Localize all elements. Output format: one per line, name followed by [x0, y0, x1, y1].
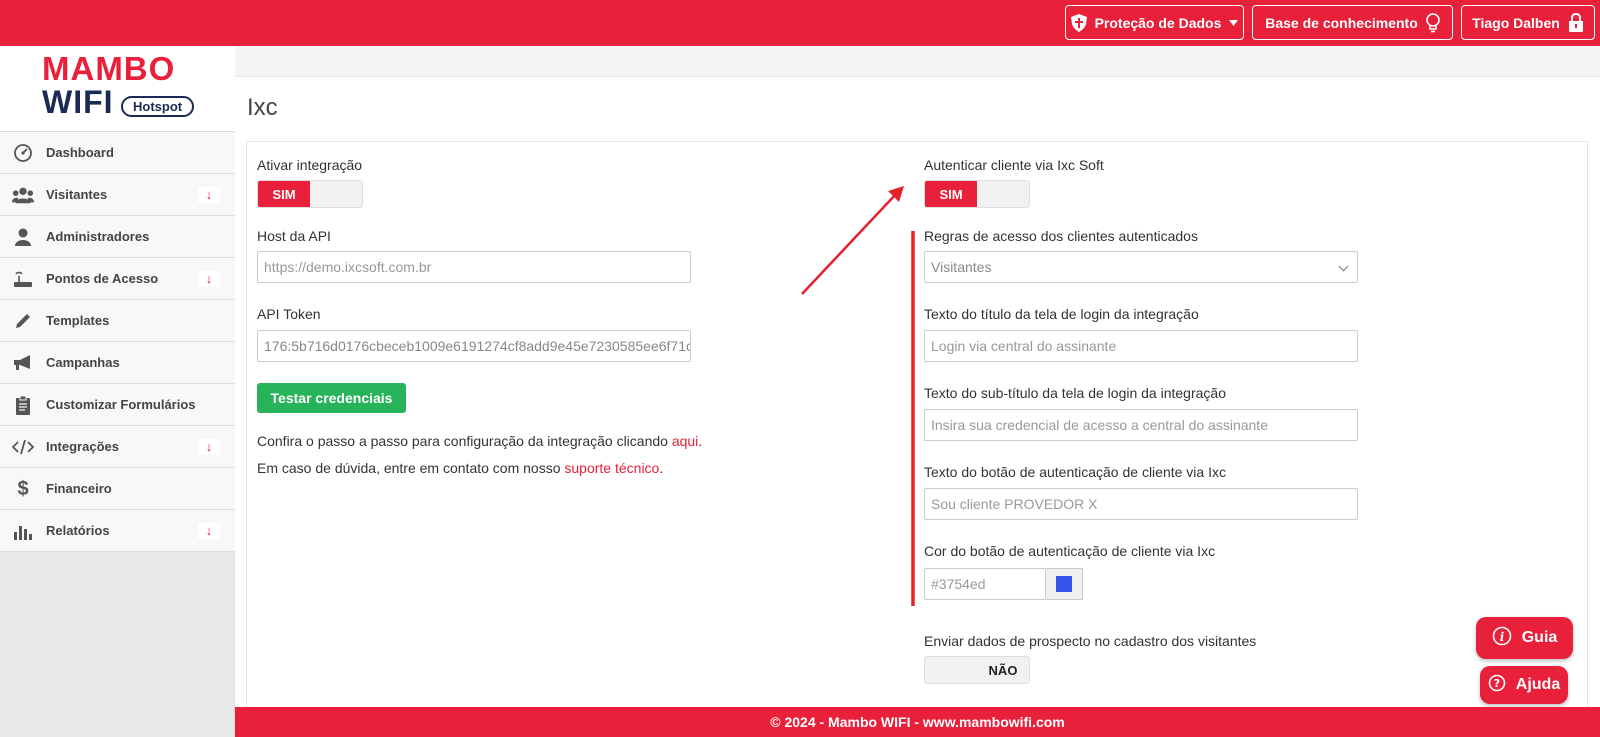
footer-text: © 2024 - Mambo WIFI - www.mambowifi.com	[770, 714, 1065, 730]
annotation-arrow	[801, 192, 898, 295]
help-button[interactable]: ? Ajuda	[1480, 666, 1568, 704]
annotation-overlay	[801, 186, 915, 606]
help-button-label: Ajuda	[1515, 676, 1561, 693]
guide-button-label: Guia	[1521, 629, 1558, 646]
guide-button[interactable]: i Guia	[1476, 617, 1573, 659]
svg-text:?: ?	[1494, 677, 1500, 690]
info-icon: i	[1492, 626, 1512, 651]
svg-text:i: i	[1499, 630, 1504, 644]
question-icon: ?	[1488, 674, 1506, 697]
footer: © 2024 - Mambo WIFI - www.mambowifi.com	[235, 707, 1600, 737]
